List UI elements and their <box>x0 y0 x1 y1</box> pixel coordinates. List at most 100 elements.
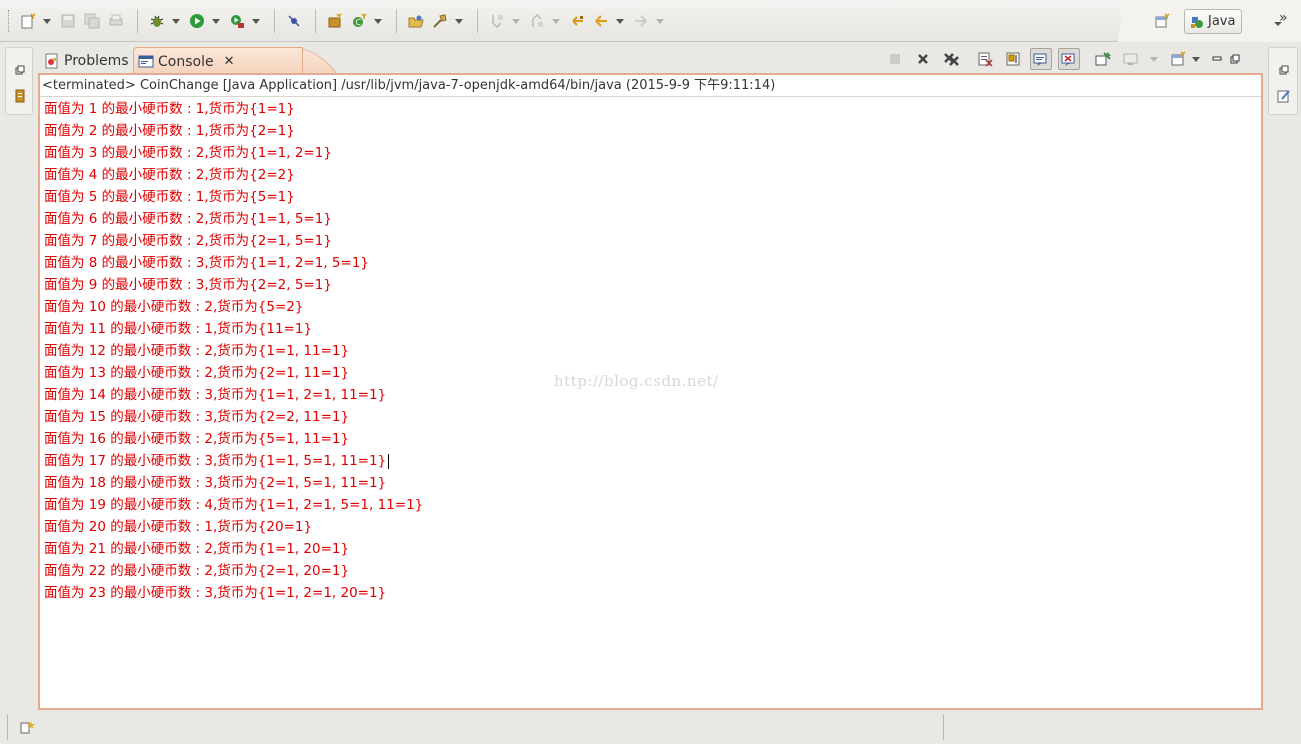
restore-icon[interactable] <box>1276 62 1292 78</box>
next-annotation-dropdown <box>510 10 522 32</box>
last-edit-icon[interactable] <box>566 10 588 32</box>
console-line: 面值为 2 的最小硬币数 : 1,货币为{2=1} <box>44 123 295 139</box>
remove-launch-icon[interactable] <box>912 48 934 70</box>
toolbar-separator <box>477 9 478 33</box>
console-line: 面值为 6 的最小硬币数 : 2,货币为{1=1, 5=1} <box>44 211 332 227</box>
console-line: 面值为 11 的最小硬币数 : 1,货币为{11=1} <box>44 321 313 337</box>
forward-icon <box>630 10 652 32</box>
back-dropdown[interactable] <box>614 10 626 32</box>
display-console-dropdown <box>1148 48 1160 70</box>
remove-all-terminated-icon[interactable] <box>940 48 962 70</box>
console-view: Problems Console ✕ <terminated> CoinChan… <box>38 44 1263 710</box>
pin-console-icon[interactable] <box>1092 48 1114 70</box>
display-selected-console-icon <box>1120 48 1142 70</box>
debug-icon[interactable] <box>146 10 168 32</box>
outline-icon[interactable] <box>1276 88 1292 104</box>
new-icon[interactable] <box>17 10 39 32</box>
watermark: http://blog.csdn.net/ <box>554 372 719 390</box>
console-line: 面值为 7 的最小硬币数 : 2,货币为{2=1, 5=1} <box>44 233 332 249</box>
clear-console-icon[interactable] <box>974 48 996 70</box>
toolbar-separator <box>315 9 316 33</box>
java-perspective-button[interactable]: Java <box>1184 9 1242 34</box>
save-all-icon <box>81 10 103 32</box>
run-external-tool-icon[interactable] <box>226 10 248 32</box>
toggle-breakpoint-icon[interactable] <box>283 10 305 32</box>
console-line: 面值为 8 的最小硬币数 : 3,货币为{1=1, 2=1, 5=1} <box>44 255 369 271</box>
external-tools-dropdown[interactable] <box>250 10 262 32</box>
minimize-icon[interactable] <box>1210 48 1224 70</box>
console-icon <box>138 55 154 67</box>
console-line: 面值为 19 的最小硬币数 : 4,货币为{1=1, 2=1, 5=1, 11=… <box>44 497 424 513</box>
toolbar-separator <box>137 9 138 33</box>
previous-annotation-icon <box>526 10 548 32</box>
problems-icon <box>45 53 58 68</box>
toolbar-file-group: C <box>8 9 670 33</box>
close-icon[interactable]: ✕ <box>224 54 235 69</box>
chevron-down-icon[interactable] <box>1273 13 1283 32</box>
console-line: 面值为 10 的最小硬币数 : 2,货币为{5=2} <box>44 299 304 315</box>
toolbar-separator <box>396 9 397 33</box>
print-icon <box>105 10 127 32</box>
previous-annotation-dropdown <box>550 10 562 32</box>
view-tab-bar: Problems Console ✕ <box>38 44 1263 75</box>
main-toolbar: C » Java <box>0 0 1301 42</box>
tab-problems[interactable]: Problems <box>40 47 132 74</box>
console-line: 面值为 3 的最小硬币数 : 2,货币为{1=1, 2=1} <box>44 145 332 161</box>
console-line: 面值为 4 的最小硬币数 : 2,货币为{2=2} <box>44 167 295 183</box>
next-annotation-icon <box>486 10 508 32</box>
toolbar-grip[interactable] <box>8 10 11 32</box>
search-icon[interactable] <box>429 10 451 32</box>
console-line: 面值为 15 的最小硬币数 : 3,货币为{2=2, 11=1} <box>44 409 350 425</box>
new-java-project-icon[interactable] <box>324 10 346 32</box>
debug-dropdown[interactable] <box>170 10 182 32</box>
new-class-dropdown[interactable] <box>372 10 384 32</box>
tab-console-label: Console <box>158 53 214 70</box>
console-process-label: <terminated> CoinChange [Java Applicatio… <box>40 75 1261 97</box>
new-dropdown[interactable] <box>41 10 53 32</box>
left-trim-stack <box>5 47 33 115</box>
console-line: 面值为 21 的最小硬币数 : 2,货币为{1=1, 20=1} <box>44 541 350 557</box>
terminate-icon <box>884 48 906 70</box>
package-explorer-icon[interactable] <box>12 88 28 104</box>
forward-dropdown <box>654 10 666 32</box>
console-line: 面值为 16 的最小硬币数 : 2,货币为{5=1, 11=1} <box>44 431 350 447</box>
new-class-icon[interactable]: C <box>348 10 370 32</box>
show-console-on-stderr-icon[interactable] <box>1058 48 1080 70</box>
console-line: 面值为 22 的最小硬币数 : 2,货币为{2=1, 20=1} <box>44 563 350 579</box>
console-toolbar <box>884 48 1248 70</box>
console-output[interactable]: 面值为 1 的最小硬币数 : 1,货币为{1=1} 面值为 2 的最小硬币数 : … <box>40 98 1261 604</box>
maximize-icon[interactable] <box>1228 48 1242 70</box>
save-icon <box>57 10 79 32</box>
search-dropdown[interactable] <box>453 10 465 32</box>
open-type-icon[interactable] <box>405 10 427 32</box>
status-bar <box>0 712 1301 744</box>
open-console-dropdown[interactable] <box>1190 48 1202 70</box>
toolbar-separator <box>274 9 275 33</box>
open-console-icon[interactable] <box>1168 48 1190 70</box>
console-line: 面值为 5 的最小硬币数 : 1,货币为{5=1} <box>44 189 295 205</box>
tab-problems-label: Problems <box>64 52 129 69</box>
console-panel: <terminated> CoinChange [Java Applicatio… <box>38 73 1263 710</box>
status-separator <box>7 714 8 740</box>
tab-console[interactable]: Console ✕ <box>133 47 303 75</box>
console-line: 面值为 17 的最小硬币数 : 3,货币为{1=1, 5=1, 11=1} <box>40 450 1261 472</box>
java-perspective-icon <box>1191 16 1203 28</box>
scroll-lock-icon[interactable] <box>1002 48 1024 70</box>
console-line: 面值为 9 的最小硬币数 : 3,货币为{2=2, 5=1} <box>44 277 332 293</box>
console-line: 面值为 1 的最小硬币数 : 1,货币为{1=1} <box>44 101 295 117</box>
show-console-on-stdout-icon[interactable] <box>1030 48 1052 70</box>
status-separator <box>943 714 944 740</box>
fast-view-icon[interactable] <box>20 720 36 740</box>
console-line: 面值为 18 的最小硬币数 : 3,货币为{2=1, 5=1, 11=1} <box>44 475 387 491</box>
right-trim-stack <box>1268 47 1298 115</box>
console-line: 面值为 12 的最小硬币数 : 2,货币为{1=1, 11=1} <box>44 343 350 359</box>
back-icon[interactable] <box>590 10 612 32</box>
restore-icon[interactable] <box>12 62 28 78</box>
text-caret <box>388 453 390 469</box>
run-dropdown[interactable] <box>210 10 222 32</box>
open-perspective-icon[interactable] <box>1154 13 1170 33</box>
perspective-label: Java <box>1208 14 1236 29</box>
console-line: 面值为 20 的最小硬币数 : 1,货币为{20=1} <box>44 519 313 535</box>
svg-text:C: C <box>356 18 362 27</box>
run-icon[interactable] <box>186 10 208 32</box>
